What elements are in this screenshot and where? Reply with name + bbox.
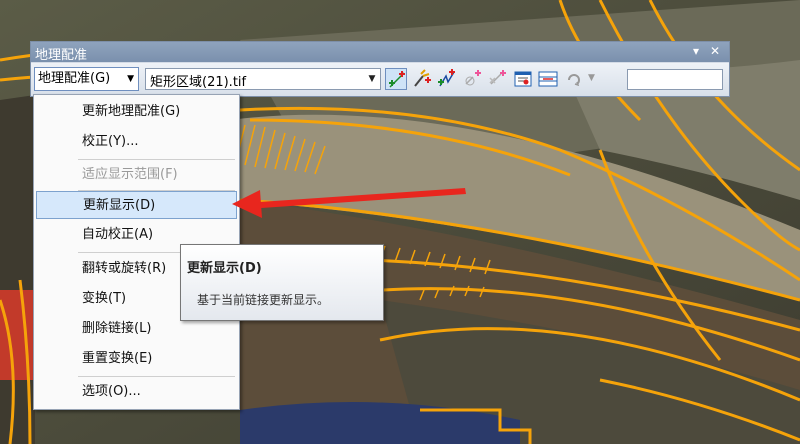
- link-table-icon[interactable]: [537, 68, 559, 90]
- toolbar-title: 地理配准: [35, 48, 88, 63]
- layer-select-value: 矩形区域(21).tif: [150, 75, 247, 90]
- georeferencing-toolbar: 地理配准 ▾ ✕ 地理配准(G) ▼ 矩形区域(21).tif ▼ ▼: [30, 41, 730, 97]
- auto-match-icon[interactable]: [411, 68, 433, 90]
- menu-separator: [78, 376, 235, 377]
- view-link-table-icon[interactable]: [461, 68, 483, 90]
- chevron-down-icon: ▼: [127, 74, 134, 84]
- close-icon[interactable]: ✕: [707, 43, 723, 60]
- annotation-arrow-icon: [232, 188, 466, 218]
- toolbar-row: 地理配准(G) ▼ 矩形区域(21).tif ▼ ▼: [31, 63, 729, 96]
- menu-item-options[interactable]: 选项(O)...: [36, 378, 237, 406]
- menu-item-rectify[interactable]: 校正(Y)...: [36, 128, 237, 156]
- tooltip-title: 更新显示(D): [187, 261, 262, 276]
- rotate-dropdown-icon[interactable]: ▼: [588, 73, 595, 83]
- menu-separator: [78, 159, 235, 160]
- menu-item-update-georeferencing[interactable]: 更新地理配准(G): [36, 98, 237, 126]
- dropdown-options-icon[interactable]: ▾: [688, 43, 704, 60]
- georeferencing-menu-button[interactable]: 地理配准(G) ▼: [34, 67, 139, 91]
- menu-item-reset-transformation[interactable]: 重置变换(E): [36, 345, 237, 373]
- add-control-points-link-icon[interactable]: [436, 68, 458, 90]
- view-table-icon[interactable]: [512, 68, 534, 90]
- layer-select[interactable]: 矩形区域(21).tif ▼: [145, 68, 381, 90]
- delete-link-icon[interactable]: [486, 68, 508, 90]
- rms-error-field: [627, 69, 723, 90]
- tooltip: 更新显示(D) 基于当前链接更新显示。: [180, 244, 384, 321]
- chevron-down-icon[interactable]: ▼: [364, 69, 380, 89]
- menu-item-update-display[interactable]: 更新显示(D): [36, 191, 237, 219]
- tooltip-description: 基于当前链接更新显示。: [197, 293, 330, 307]
- toolbar-titlebar[interactable]: 地理配准 ▾ ✕: [31, 42, 729, 63]
- georeferencing-menu-label: 地理配准(G): [38, 71, 111, 86]
- rotate-icon[interactable]: [563, 68, 585, 90]
- add-control-points-icon[interactable]: [385, 68, 407, 90]
- menu-item-fit-to-display: 适应显示范围(F): [82, 167, 178, 182]
